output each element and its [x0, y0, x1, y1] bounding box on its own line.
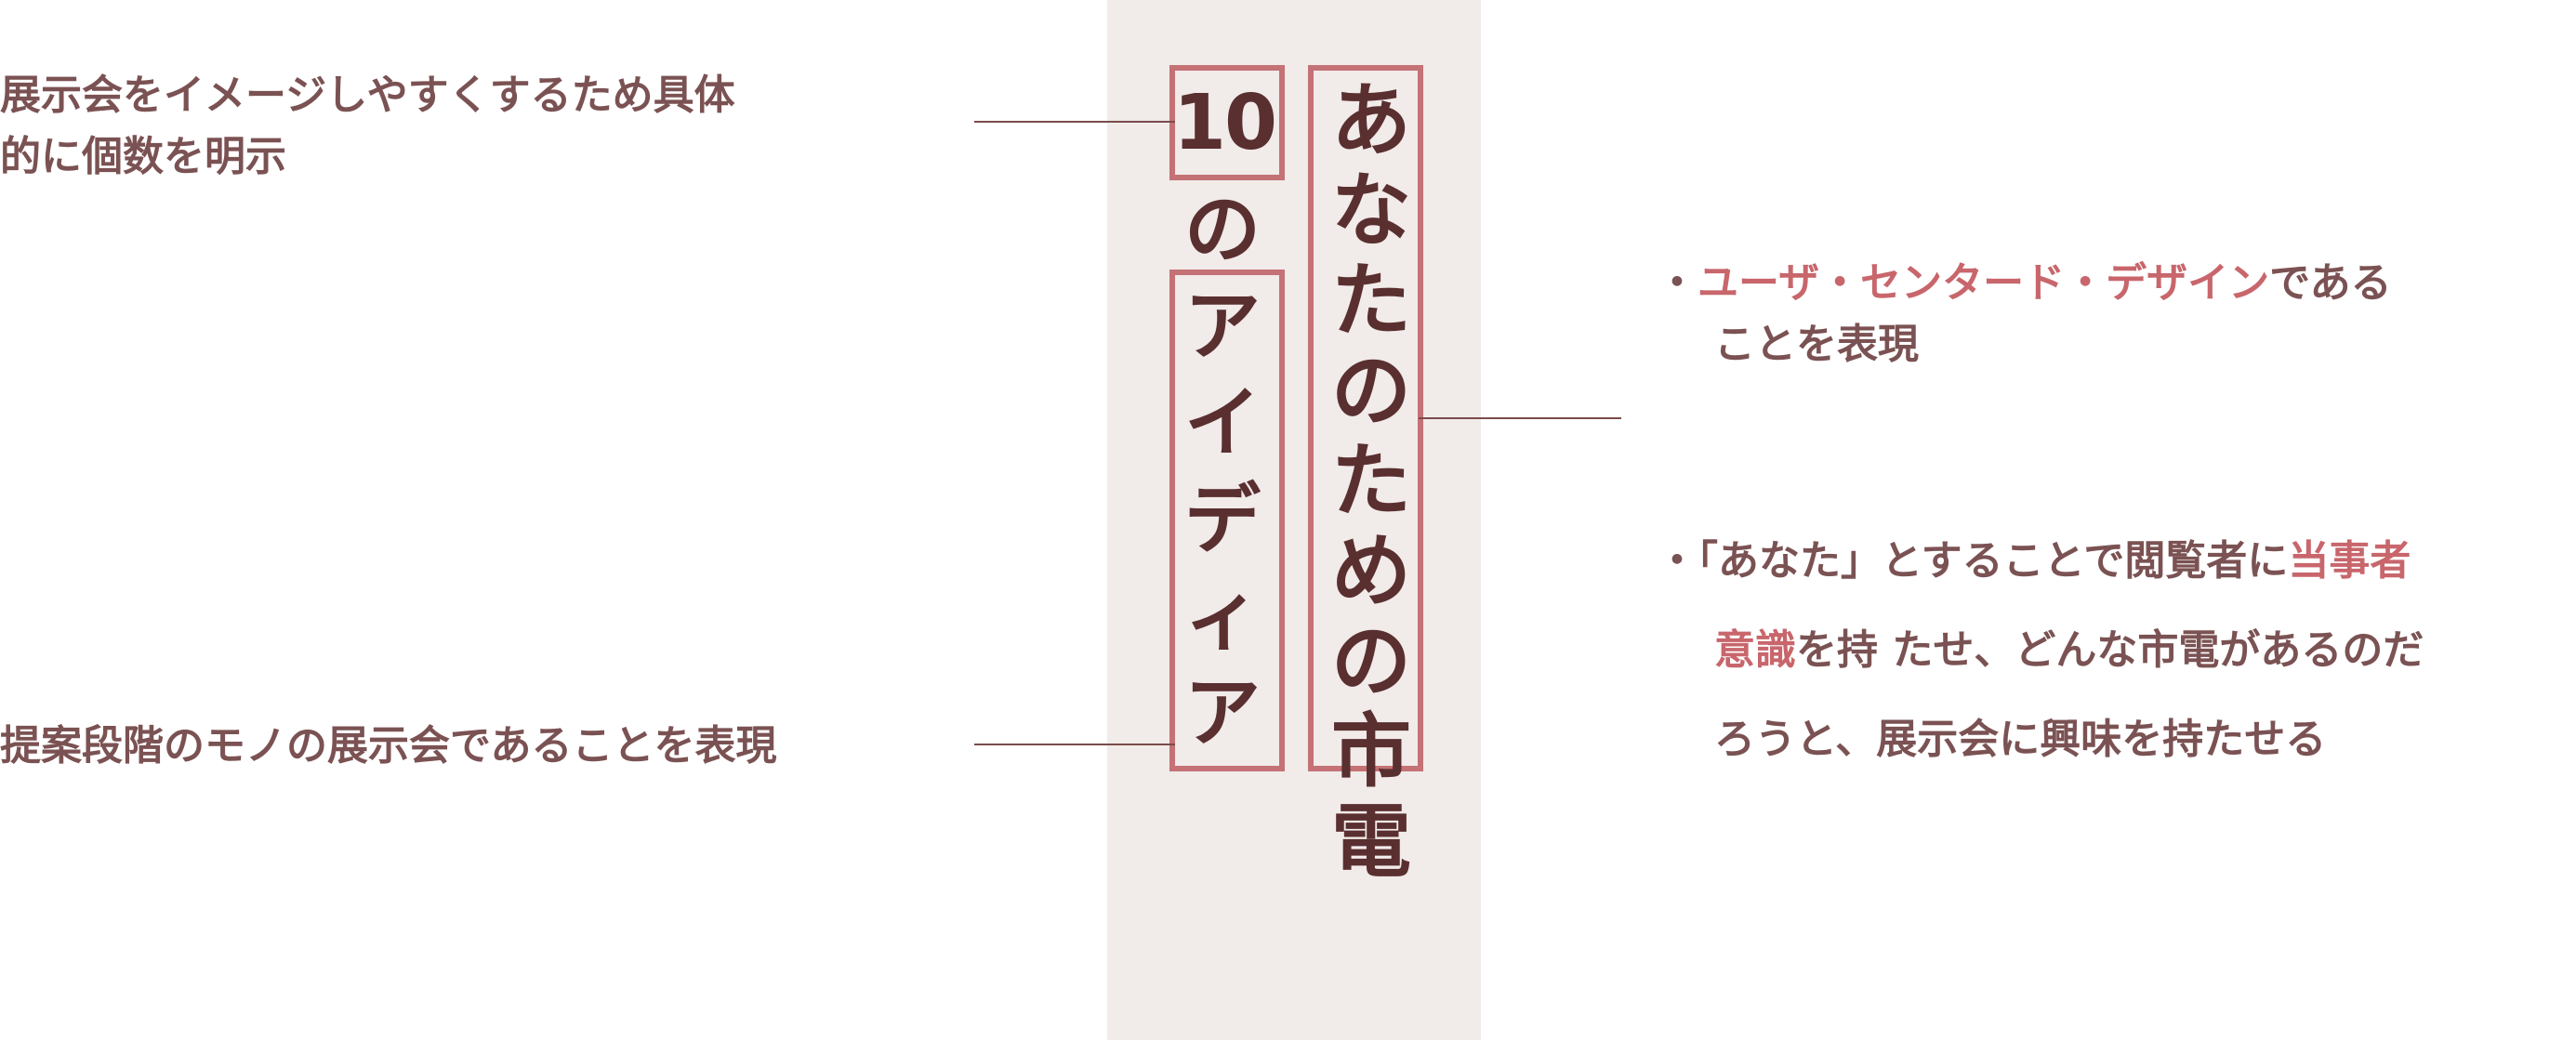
- title-panel: [1107, 0, 1481, 1040]
- note-bullet-1: ・ユーザ・センタード・デザインである ことを表現: [1657, 253, 2392, 375]
- bullet-text: ろうと、展示会に興味を持たせる: [1714, 716, 2327, 763]
- bullet-mark: ・: [1657, 537, 1698, 585]
- title-number: 10: [1173, 79, 1277, 167]
- title-char: め: [1331, 525, 1411, 618]
- highlight-text: 意識: [1714, 626, 1796, 674]
- subtitle-char: ィ: [1183, 573, 1261, 661]
- connector-bottom-left: [974, 744, 1175, 745]
- bullet-text: である: [2269, 259, 2392, 307]
- title-char: た: [1331, 255, 1411, 348]
- note-line: 展示会をイメージしやすくするため具体: [0, 72, 735, 119]
- subtitle-char: ア: [1183, 283, 1261, 371]
- note-top-left: 展示会をイメージしやすくするため具体 的に個数を明示: [0, 65, 735, 188]
- note-line: 提案段階のモノの展示会であることを表現: [0, 722, 777, 770]
- connector-top-left: [974, 121, 1175, 123]
- subtitle-char: デ: [1183, 476, 1261, 564]
- title-char: な: [1331, 165, 1411, 257]
- connector-right: [1419, 417, 1621, 419]
- subtitle-char: ア: [1183, 669, 1261, 757]
- title-char: 市: [1331, 705, 1411, 798]
- subtitle-char: の: [1183, 186, 1261, 274]
- bullet-text: 「あなた」とすることで閲覧者に: [1698, 537, 2289, 585]
- bullet-text: ことを表現: [1714, 321, 1919, 368]
- title-sub: の ア イ デ ィ ア: [1173, 182, 1272, 762]
- subtitle-char: イ: [1183, 379, 1261, 467]
- title-char: 電: [1331, 796, 1411, 889]
- note-line: 的に個数を明示: [0, 133, 286, 180]
- note-bottom-left: 提案段階のモノの展示会であることを表現: [0, 716, 777, 777]
- title-char: た: [1331, 435, 1411, 528]
- note-bullet-2: ・「あなた」とすることで閲覧者に当事者 意識を持 たせ、どんな市電があるのだ ろ…: [1657, 517, 2424, 784]
- highlight-text: 当事者: [2288, 537, 2411, 585]
- title-main: あ な た の た め の 市 電: [1320, 76, 1422, 888]
- title-char: あ: [1331, 74, 1411, 167]
- title-char: の: [1331, 345, 1411, 438]
- bullet-mark: ・: [1657, 259, 1698, 307]
- highlight-text: ユーザ・センタード・デザイン: [1698, 259, 2270, 307]
- bullet-text: を持 たせ、どんな市電があるのだ: [1796, 626, 2424, 674]
- title-char: の: [1331, 615, 1411, 708]
